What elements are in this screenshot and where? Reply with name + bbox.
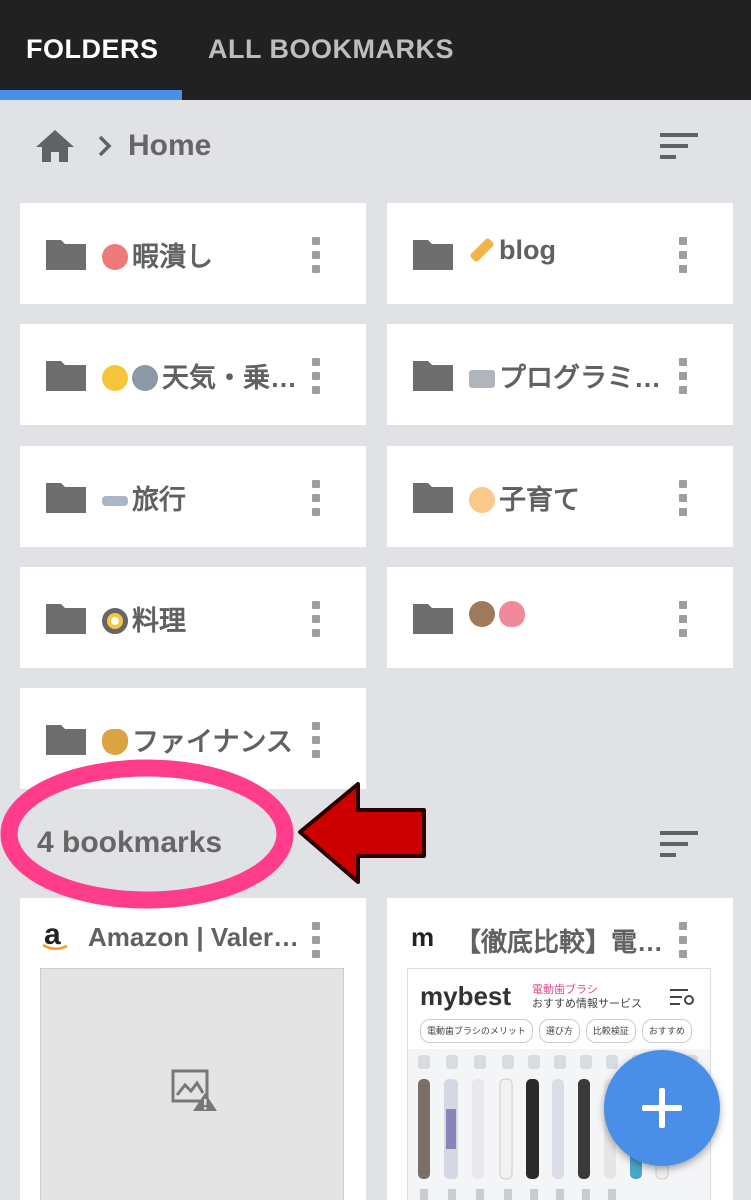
preview-chip: 比較検証 <box>585 1019 636 1043</box>
tab-bar: FOLDERS ALL BOOKMARKS <box>0 0 751 100</box>
airplane-icon <box>102 496 128 506</box>
folder-icon <box>413 361 453 391</box>
folder-icon <box>413 240 453 270</box>
folder-label: 旅行 <box>132 485 186 515</box>
folder-card[interactable]: プログラミ… <box>387 324 733 425</box>
more-options-icon[interactable] <box>310 480 322 516</box>
folder-label: プログラミ… <box>499 363 661 393</box>
folder-icon <box>46 483 86 513</box>
folder-card[interactable]: 暇潰し <box>20 203 366 304</box>
folder-card[interactable]: 天気・乗… <box>20 324 366 425</box>
heart-icon <box>499 601 525 627</box>
folder-label: 料理 <box>132 606 186 636</box>
folder-icon <box>46 604 86 634</box>
red-arrow-annotation <box>298 782 426 884</box>
preview-chip: おすすめ <box>641 1019 692 1043</box>
menu-search-icon <box>670 989 694 1005</box>
folder-card[interactable]: 子育て <box>387 446 733 547</box>
folder-icon <box>46 361 86 391</box>
sun-icon <box>102 365 128 391</box>
folder-label: 子育て <box>499 485 580 515</box>
breadcrumb-current[interactable]: Home <box>128 129 211 163</box>
bookmark-thumbnail <box>40 968 344 1200</box>
annotation-overlay <box>0 759 426 909</box>
baby-icon <box>469 487 495 513</box>
preview-subtitle: おすすめ情報サービス <box>532 998 642 1010</box>
folder-card[interactable]: 旅行 <box>20 446 366 547</box>
folder-card[interactable] <box>387 567 733 668</box>
mybest-favicon-icon: m <box>411 922 435 952</box>
laptop-icon <box>469 370 495 388</box>
chevron-right-icon <box>98 135 112 157</box>
folder-card[interactable]: blog <box>387 203 733 304</box>
more-options-icon[interactable] <box>677 237 689 273</box>
sort-icon[interactable] <box>660 131 700 161</box>
amazon-smile-icon <box>42 944 68 950</box>
folder-label: 暇潰し <box>132 242 213 272</box>
bookmark-title: 【徹底比較】電… <box>455 927 664 957</box>
breadcrumb: Home <box>34 124 211 168</box>
folder-label: blog <box>499 235 556 265</box>
folder-icon <box>46 240 86 270</box>
bookmark-title: Amazon | Valery… <box>88 922 308 952</box>
folder-icon <box>413 483 453 513</box>
tab-all-bookmarks[interactable]: ALL BOOKMARKS <box>208 34 454 65</box>
preview-chip: 電動歯ブラシのメリット <box>420 1019 533 1043</box>
more-options-icon[interactable] <box>677 480 689 516</box>
more-options-icon[interactable] <box>677 601 689 637</box>
preview-logo: mybest <box>420 981 512 1011</box>
clown-face-icon <box>102 244 128 270</box>
pencil-icon <box>469 237 495 263</box>
more-options-icon[interactable] <box>310 237 322 273</box>
active-tab-indicator <box>0 90 182 100</box>
more-options-icon[interactable] <box>310 358 322 394</box>
preview-chips: 電動歯ブラシのメリット 選び方 比較検証 おすすめ <box>408 1019 710 1043</box>
frying-pan-icon <box>102 608 128 634</box>
more-options-icon[interactable] <box>310 601 322 637</box>
folder-card[interactable]: 料理 <box>20 567 366 668</box>
home-icon[interactable] <box>34 128 76 164</box>
preview-chip: 選び方 <box>538 1019 580 1043</box>
train-icon <box>132 365 158 391</box>
broken-image-icon <box>171 1069 217 1111</box>
folder-label: 天気・乗… <box>162 363 297 393</box>
bearded-man-icon <box>469 601 495 627</box>
more-options-icon[interactable] <box>677 922 689 958</box>
sort-icon[interactable] <box>660 829 700 859</box>
bookmark-card[interactable]: a Amazon | Valery… <box>20 898 366 1200</box>
add-button[interactable] <box>604 1050 720 1166</box>
more-options-icon[interactable] <box>310 922 322 958</box>
more-options-icon[interactable] <box>677 358 689 394</box>
folder-icon <box>413 604 453 634</box>
tab-folders[interactable]: FOLDERS <box>26 34 159 65</box>
pink-circle-annotation <box>0 759 294 909</box>
